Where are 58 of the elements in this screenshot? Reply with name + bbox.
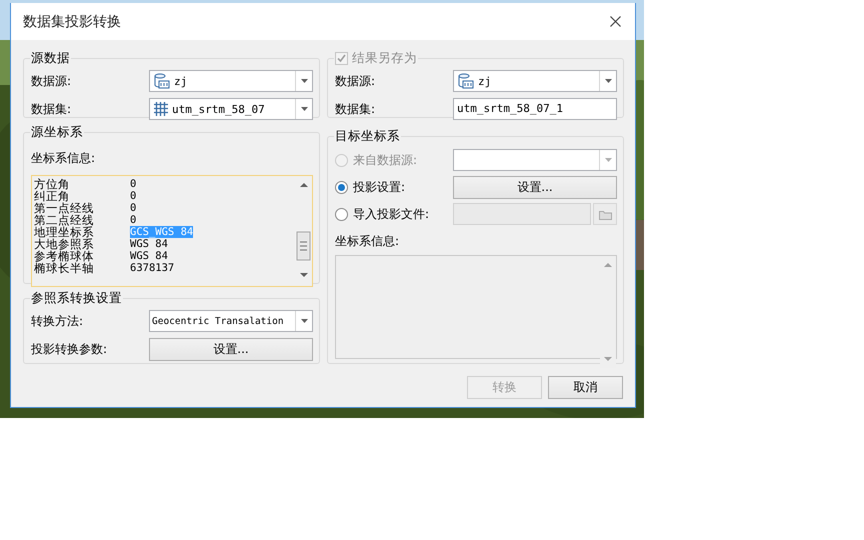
radio-button[interactable]: [335, 208, 348, 220]
property-value: 0: [130, 190, 136, 202]
field-label: 导入投影文件:: [353, 206, 430, 222]
grid-icon: [154, 102, 168, 116]
group-title: 目标坐标系: [335, 128, 400, 145]
field-label: 投影设置:: [353, 178, 406, 196]
caret-icon: [604, 158, 612, 162]
property-value: 0: [130, 202, 136, 214]
field-label: 坐标系信息:: [31, 150, 96, 166]
group-title: 参照系转换设置: [31, 290, 122, 307]
caret-icon: [604, 79, 612, 83]
property-value: WGS 84: [130, 250, 168, 262]
property-name: 第二点经线: [34, 214, 95, 226]
settings-button[interactable]: 设置...: [453, 176, 617, 198]
property-name: 地理坐标系: [34, 226, 95, 238]
caret-icon: [300, 79, 308, 83]
field-label: 转换方法:: [31, 312, 84, 330]
database-icon: [458, 73, 474, 89]
field-label: 坐标系信息:: [335, 232, 400, 250]
settings-button[interactable]: 设置...: [149, 338, 313, 360]
datasource-dropdown[interactable]: zj: [149, 70, 313, 92]
folder-icon: [598, 208, 612, 220]
file-field[interactable]: [453, 203, 591, 225]
combo-value: zj: [174, 74, 188, 88]
property-name: 参考椭球体: [34, 250, 95, 262]
caret-icon: [300, 107, 308, 111]
field-label: 数据源:: [31, 72, 72, 90]
source-dropdown[interactable]: [453, 149, 617, 171]
group-title: 源坐标系: [31, 124, 83, 141]
browse-button[interactable]: [593, 203, 617, 225]
property-value: 6378137: [130, 262, 174, 274]
property-value: 0: [130, 214, 136, 226]
dialog-button[interactable]: 取消: [548, 376, 623, 399]
radio-button[interactable]: [335, 180, 348, 194]
property-name: 椭球长半轴: [34, 262, 95, 274]
combo-value: zj: [478, 74, 492, 88]
property-name: 大地参照系: [34, 238, 95, 250]
field-label: 数据集:: [31, 100, 72, 118]
database-icon: [154, 73, 170, 89]
property-name: 第一点经线: [34, 202, 95, 214]
window-title: 数据集投影转换: [23, 12, 121, 30]
group-title: 源数据: [31, 50, 70, 67]
combo-value: Geocentric Transalation: [152, 316, 284, 326]
caret-icon: [300, 319, 308, 323]
field-label: 来自数据源:: [353, 152, 418, 168]
property-value: 0: [130, 178, 136, 190]
property-value: WGS 84: [130, 238, 168, 250]
method-dropdown[interactable]: Geocentric Transalation: [149, 310, 313, 332]
close-icon: [610, 16, 621, 27]
field-label: 投影转换参数:: [31, 340, 108, 358]
property-name: 方位角: [34, 178, 71, 190]
field-label: 数据集:: [335, 100, 376, 118]
combo-value: utm_srtm_58_07: [172, 102, 265, 116]
field-label: 数据源:: [335, 72, 376, 90]
checkbox-label: 结果另存为: [352, 50, 417, 67]
dataset-dropdown[interactable]: utm_srtm_58_07: [149, 98, 313, 120]
close-button[interactable]: [610, 16, 621, 27]
property-name: 纠正角: [34, 190, 70, 202]
